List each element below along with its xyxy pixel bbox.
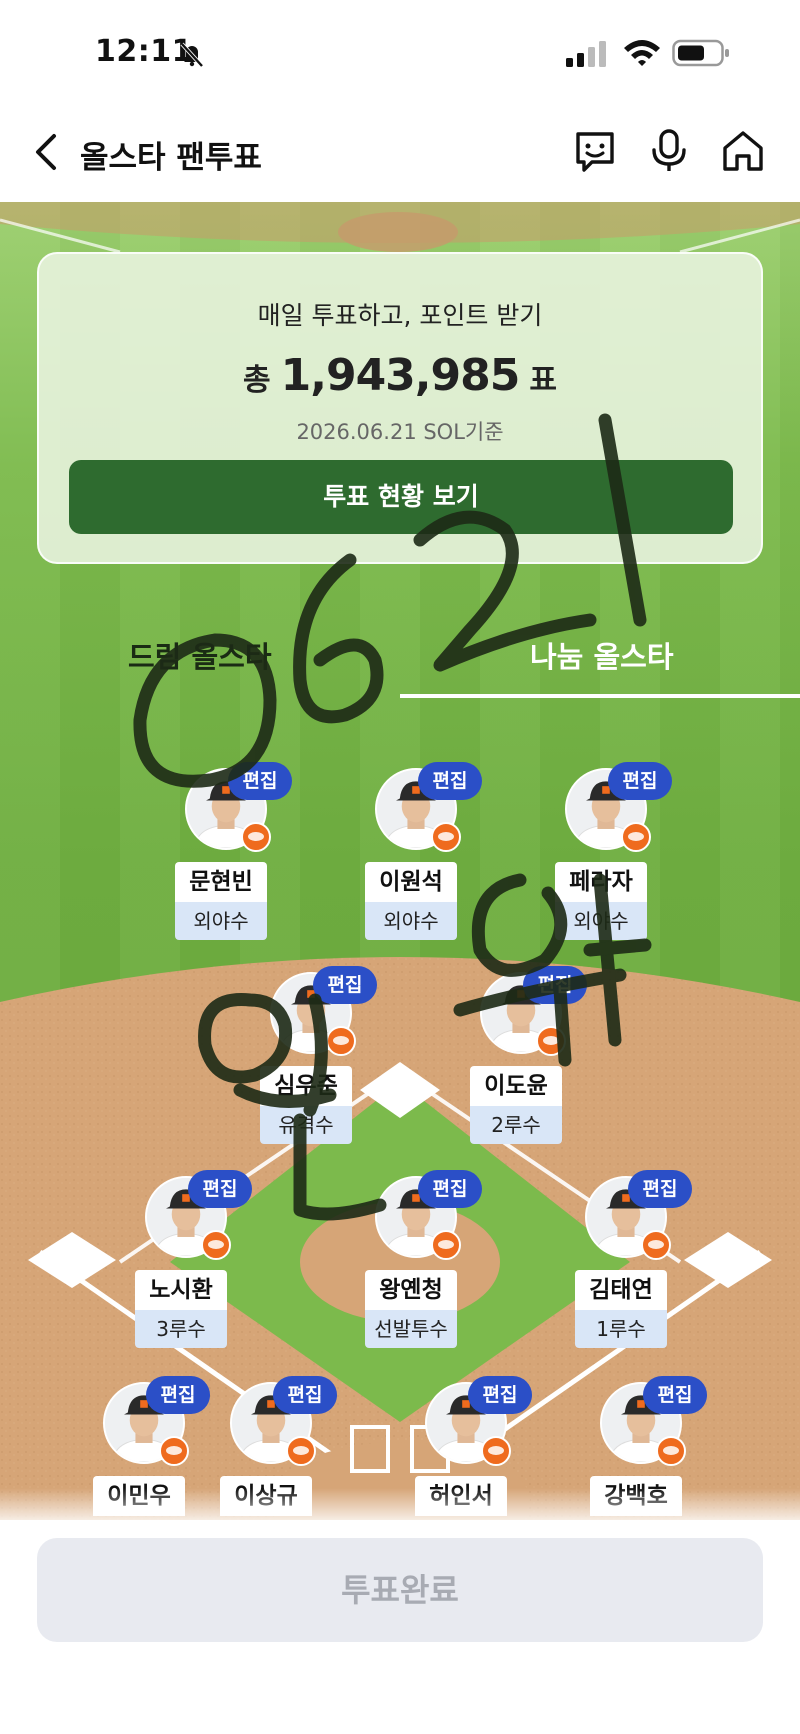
player-position: 외야수 — [175, 902, 267, 940]
base-date: 2026.06.21 SOL기준 — [296, 420, 504, 444]
edit-button[interactable]: 편집 — [523, 966, 587, 1004]
edit-button[interactable]: 편집 — [468, 1376, 532, 1414]
player-card[interactable]: 편집김태연 1루수 — [560, 1170, 692, 1348]
app-header: 올스타 팬투표 — [0, 100, 800, 202]
player-card[interactable]: 편집페라자 외야수 — [540, 762, 672, 940]
player-position: 외야수 — [555, 902, 647, 940]
player-position: 2루수 — [470, 1106, 562, 1144]
edit-button[interactable]: 편집 — [188, 1170, 252, 1208]
team-emblem-icon — [621, 822, 651, 852]
team-emblem-icon — [641, 1230, 671, 1260]
total-suffix: 표 — [529, 363, 557, 398]
tab-share-allstar[interactable]: 나눔 올스타 — [530, 634, 674, 676]
total-prefix: 총 — [243, 363, 271, 398]
home-icon[interactable] — [720, 128, 766, 174]
player-name: 페라자 — [555, 862, 647, 902]
team-emblem-icon — [536, 1026, 566, 1056]
status-bar: 12:11 — [0, 0, 800, 100]
edit-button[interactable]: 편집 — [273, 1376, 337, 1414]
vote-complete-button[interactable]: 투표완료 — [37, 1538, 763, 1642]
team-emblem-icon — [481, 1436, 511, 1466]
edit-button[interactable]: 편집 — [146, 1376, 210, 1414]
player-position: 3루수 — [135, 1310, 227, 1348]
team-emblem-icon — [431, 1230, 461, 1260]
player-position: 유격수 — [260, 1106, 352, 1144]
signal-icon — [566, 41, 606, 67]
player-name: 심우준 — [260, 1066, 352, 1106]
team-emblem-icon — [201, 1230, 231, 1260]
player-name: 이도윤 — [470, 1066, 562, 1106]
player-position: 선발투수 — [365, 1310, 457, 1348]
team-emblem-icon — [159, 1436, 189, 1466]
edit-button[interactable]: 편집 — [313, 966, 377, 1004]
edit-button[interactable]: 편집 — [228, 762, 292, 800]
battery-icon — [672, 39, 729, 67]
wifi-icon — [624, 40, 660, 66]
silent-bell-icon — [180, 42, 204, 68]
player-card[interactable]: 편집왕옌청 선발투수 — [350, 1170, 482, 1348]
view-vote-status-button[interactable]: 투표 현황 보기 — [69, 460, 733, 534]
player-name: 왕옌청 — [365, 1270, 457, 1310]
edit-button[interactable]: 편집 — [418, 762, 482, 800]
player-name: 노시환 — [135, 1270, 227, 1310]
edit-button[interactable]: 편집 — [643, 1376, 707, 1414]
player-card[interactable]: 편집이원석 외야수 — [350, 762, 482, 940]
team-emblem-icon — [241, 822, 271, 852]
team-emblem-icon — [326, 1026, 356, 1056]
team-emblem-icon — [431, 822, 461, 852]
back-arrow-icon[interactable] — [30, 132, 64, 172]
edit-button[interactable]: 편집 — [608, 762, 672, 800]
tab-active-indicator — [400, 694, 800, 698]
total-votes-number: 1,943,985 — [280, 350, 521, 401]
page-title: 올스타 팬투표 — [80, 140, 262, 176]
player-name: 김태연 — [575, 1270, 667, 1310]
player-name: 이원석 — [365, 862, 457, 902]
edit-button[interactable]: 편집 — [628, 1170, 692, 1208]
player-card[interactable]: 편집노시환 3루수 — [120, 1170, 252, 1348]
player-position: 1루수 — [575, 1310, 667, 1348]
vote-summary-card: 매일 투표하고, 포인트 받기 총 1,943,985 표 2026.06.21 S… — [37, 252, 763, 564]
player-card[interactable]: 편집문현빈 외야수 — [160, 762, 292, 940]
team-emblem-icon — [656, 1436, 686, 1466]
player-name: 문현빈 — [175, 862, 267, 902]
chatbot-icon[interactable] — [572, 128, 618, 174]
tab-dream-allstar[interactable]: 드림 올스타 — [128, 634, 272, 676]
player-card[interactable]: 편집이도윤 2루수 — [455, 966, 587, 1144]
microphone-icon[interactable] — [646, 128, 692, 174]
edit-button[interactable]: 편집 — [418, 1170, 482, 1208]
player-card[interactable]: 편집심우준 유격수 — [245, 966, 377, 1144]
card-subtitle: 매일 투표하고, 포인트 받기 — [257, 301, 543, 330]
player-position: 외야수 — [365, 902, 457, 940]
total-votes: 총 1,943,985 표 — [39, 350, 761, 401]
team-emblem-icon — [286, 1436, 316, 1466]
